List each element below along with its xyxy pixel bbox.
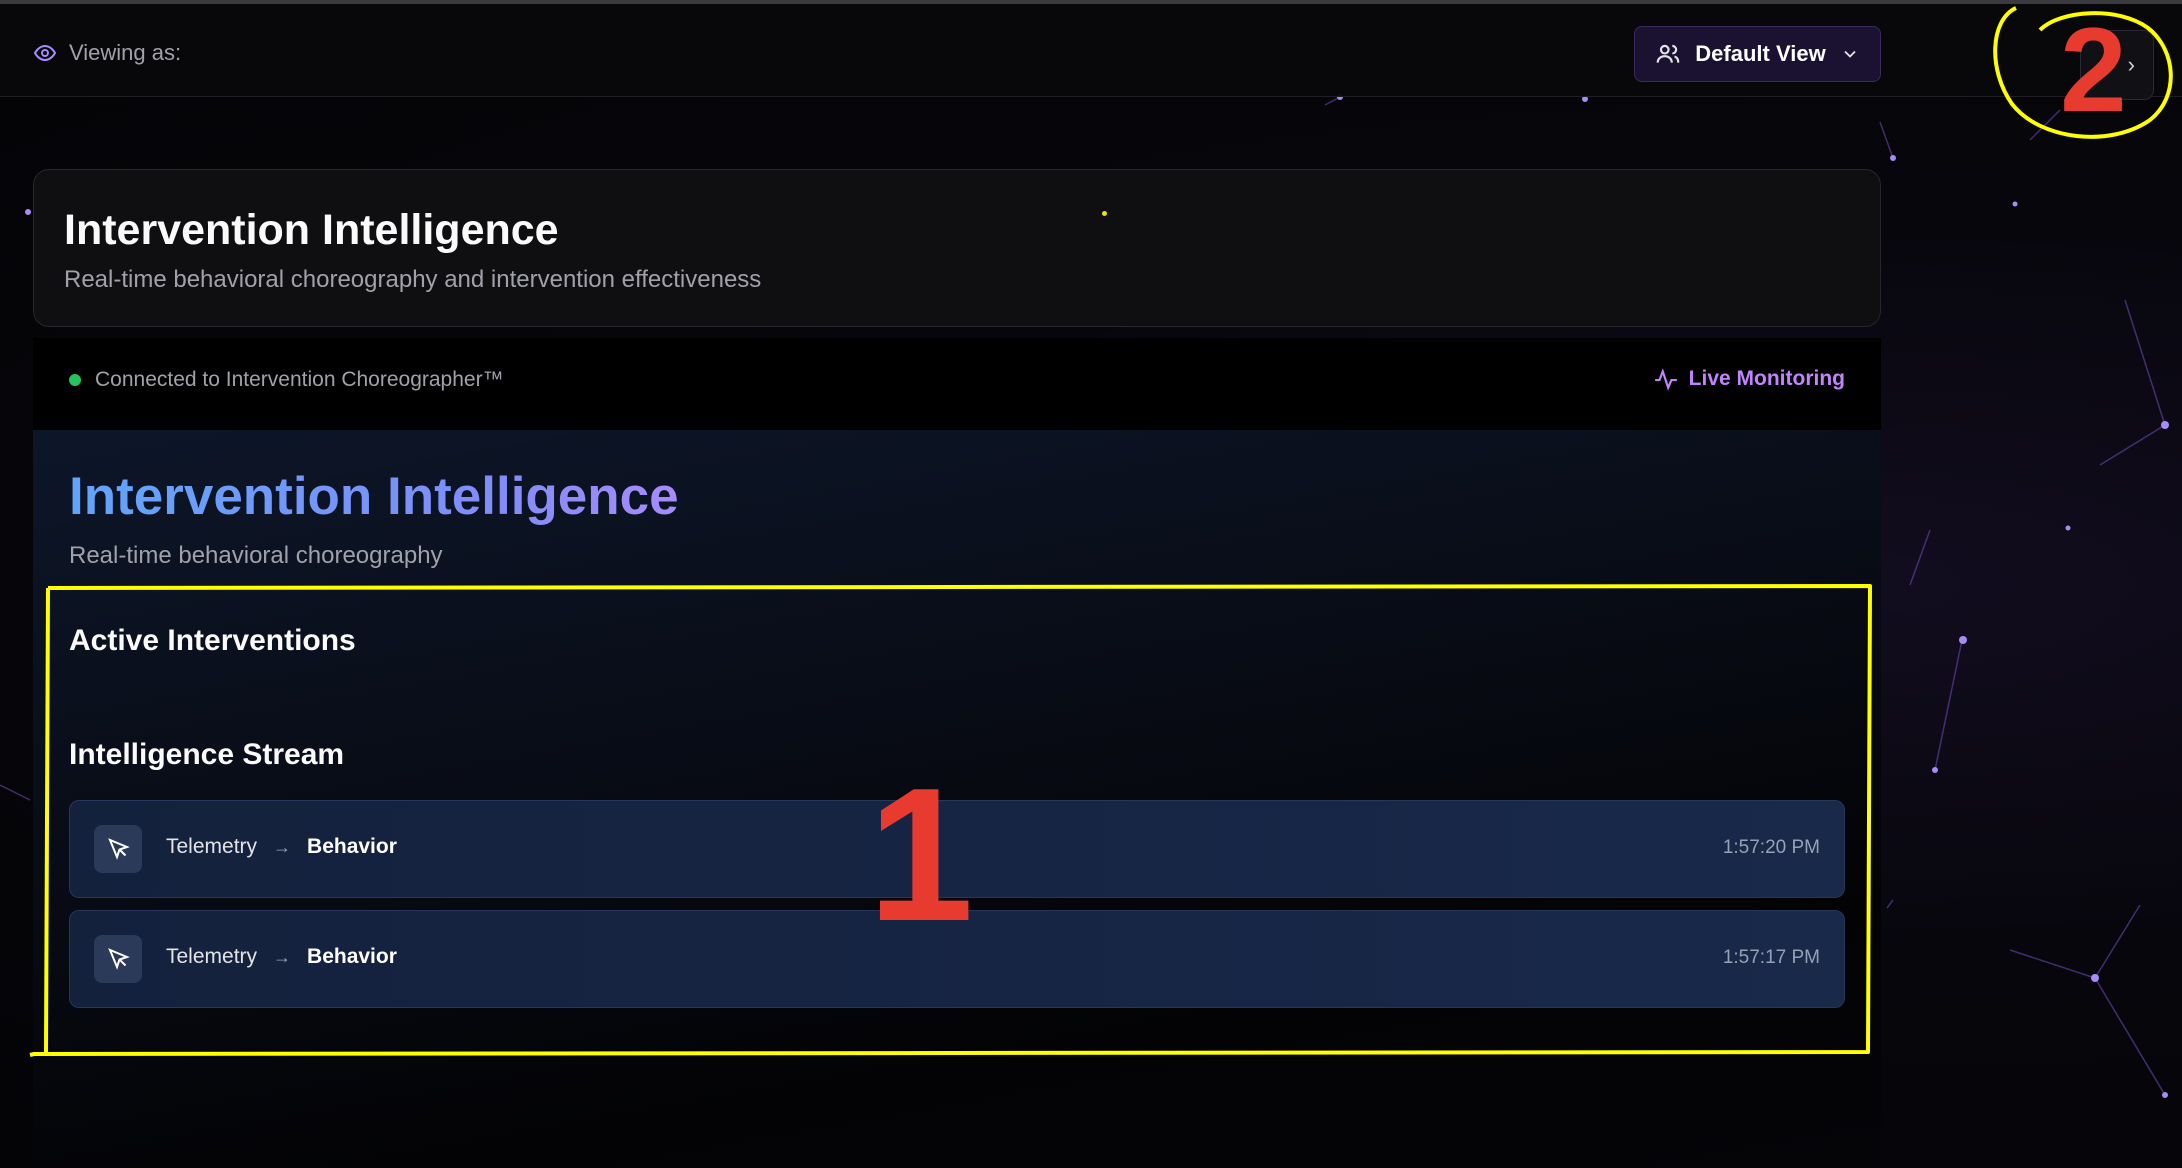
live-monitoring[interactable]: Live Monitoring [1653, 366, 1845, 392]
annotation-number-2: 2 [2060, 3, 2127, 137]
intelligence-stream-heading: Intelligence Stream [69, 738, 345, 771]
eye-icon [33, 44, 57, 62]
stream-source: Telemetry [166, 945, 258, 968]
status-bar: Connected to Intervention Choreographer™… [33, 338, 1881, 430]
arrow-right-icon: → [273, 836, 292, 857]
stream-timestamp: 1:57:17 PM [1722, 947, 1820, 968]
cursor-dot [1102, 211, 1107, 216]
annotation-number-1: 1 [868, 749, 974, 961]
page-subtitle: Real-time behavioral choreography and in… [64, 266, 762, 293]
top-bar: Viewing as: Default View › [0, 0, 2182, 100]
arrow-right-icon: → [273, 946, 292, 967]
cursor-icon [94, 825, 142, 873]
stream-target: Behavior [307, 945, 397, 968]
live-monitoring-label: Live Monitoring [1688, 367, 1845, 390]
cursor-icon [94, 935, 142, 983]
connection-status: Connected to Intervention Choreographer™ [69, 368, 504, 392]
activity-icon [1654, 368, 1677, 391]
app-window: Viewing as: Default View › Intervention … [0, 0, 2182, 1168]
section-title: Intervention Intelligence [69, 467, 679, 526]
viewing-as-label: Viewing as: [69, 40, 182, 65]
stream-source: Telemetry [166, 835, 258, 858]
status-dot-icon [69, 374, 81, 386]
chevron-right-icon: › [2127, 52, 2135, 77]
chevron-down-icon [1844, 50, 1856, 58]
header-card: Intervention Intelligence Real-time beha… [33, 169, 1881, 327]
connection-text: Connected to Intervention Choreographer™ [95, 368, 504, 391]
view-selector-button[interactable]: Default View [1634, 26, 1881, 82]
viewing-as: Viewing as: [33, 40, 181, 66]
stream-timestamp: 1:57:20 PM [1722, 837, 1820, 858]
active-interventions-heading: Active Interventions [69, 624, 356, 657]
section-subtitle: Real-time behavioral choreography [69, 542, 443, 569]
users-icon [1656, 44, 1680, 63]
view-selector-label: Default View [1695, 41, 1826, 66]
stream-flow: Telemetry → Behavior [166, 945, 397, 969]
page-title: Intervention Intelligence [64, 206, 559, 254]
stream-target: Behavior [307, 835, 397, 858]
stream-flow: Telemetry → Behavior [166, 835, 397, 859]
